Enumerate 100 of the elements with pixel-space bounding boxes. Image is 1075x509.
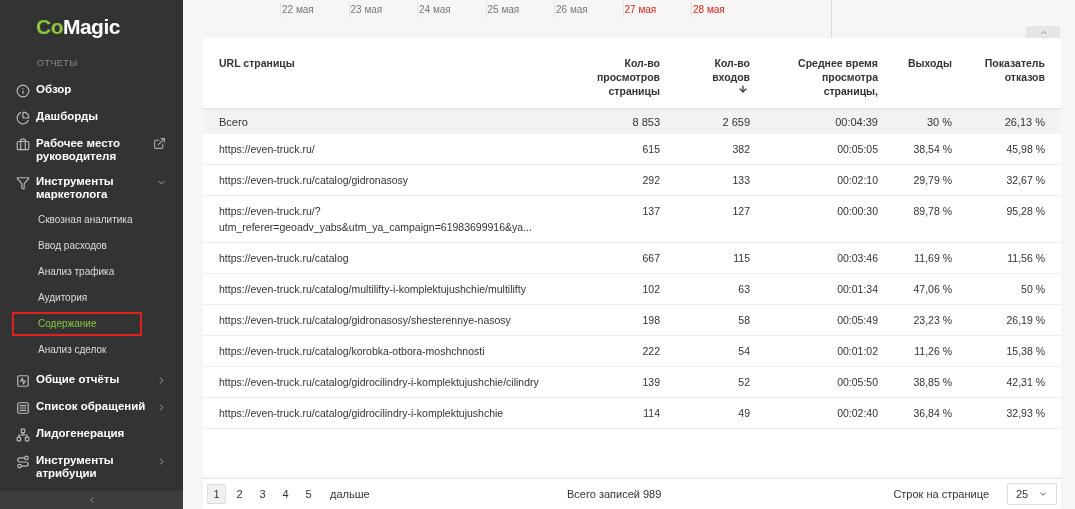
network-icon bbox=[16, 427, 30, 442]
table-cell-text: 137 bbox=[641, 204, 660, 219]
table-cell-text: 00:01:34 bbox=[836, 282, 878, 297]
table-cell-text: https://even-truck.ru/catalog/korobka-otbora-moshchnosti bbox=[219, 344, 486, 359]
table-cell-text: https://even-truck.ru/ bbox=[219, 142, 316, 157]
table-cell-text: 114 bbox=[642, 406, 660, 421]
table-cell-text: 29,79 % bbox=[912, 173, 952, 188]
date-label: 26 мая bbox=[554, 2, 623, 18]
table-cell-text: 382 bbox=[731, 142, 750, 157]
table-cell-text: 89,78 % bbox=[912, 204, 952, 219]
table-cell-text: 127 bbox=[731, 204, 750, 219]
date-label: 25 мая bbox=[485, 2, 554, 18]
table-cell-text: 00:02:40 bbox=[836, 406, 878, 421]
table-cell-text: 26,19 % bbox=[1005, 313, 1045, 328]
nav-subitem[interactable]: Сквозная аналитика bbox=[12, 207, 142, 232]
next-link[interactable]: дальше bbox=[330, 485, 370, 503]
funnel-icon bbox=[16, 175, 30, 190]
page-button[interactable]: 5 bbox=[299, 484, 318, 504]
table-cell-text: https://even-truck.ru/catalog/multilifty-i-komplektujushchie/multilifty bbox=[219, 282, 527, 297]
table-cell-text: 26,13 % bbox=[1003, 114, 1045, 130]
table-cell-text: 11,26 % bbox=[913, 344, 952, 359]
collapse-button[interactable] bbox=[0, 491, 183, 509]
nav-item[interactable]: Список обращений bbox=[16, 393, 167, 421]
table-cell-text: 32,67 % bbox=[1005, 173, 1045, 188]
table-cell-text: 00:03:46 bbox=[836, 251, 878, 266]
column-header[interactable]: Показатель отказов bbox=[979, 56, 1045, 84]
table-cell-text: 00:04:39 bbox=[834, 114, 878, 130]
page-button[interactable]: 1 bbox=[207, 484, 226, 504]
section-label: ОТЧЕТЫ bbox=[37, 57, 79, 70]
info-icon bbox=[16, 83, 30, 98]
page-button[interactable]: 2 bbox=[230, 484, 249, 504]
column-header[interactable]: Кол-во просмотров страницы bbox=[588, 56, 660, 98]
table-cell-text: 38,54 % bbox=[912, 142, 952, 157]
table-cell-text: 222 bbox=[641, 344, 660, 359]
table-cell-text: 292 bbox=[641, 173, 660, 188]
page-button[interactable]: 4 bbox=[276, 484, 295, 504]
table-cell-text: 102 bbox=[641, 282, 660, 297]
table-cell-text: https://even-truck.ru/catalog/gidronasosy bbox=[219, 173, 410, 188]
table-cell-text: 52 bbox=[737, 375, 750, 390]
table-cell-text: 8 853 bbox=[631, 114, 660, 130]
table-cell-text: 45,98 % bbox=[1005, 142, 1045, 157]
table-cell-text: 198 bbox=[641, 313, 660, 328]
nav-item[interactable]: Дашборды bbox=[16, 103, 167, 131]
table-cell-text: 32,93 % bbox=[1005, 406, 1045, 421]
list-icon bbox=[16, 400, 30, 415]
table-cell-text: 00:00:30 bbox=[836, 204, 878, 219]
nav-subitem[interactable]: Ввод расходов bbox=[12, 233, 142, 258]
table-cell-text: 23,23 % bbox=[912, 313, 952, 328]
table-cell-text: https://even-truck.ru/catalog/gidronasosy/shesterennye-nasosy bbox=[219, 313, 512, 328]
table-cell-text: 2 659 bbox=[721, 114, 750, 130]
nav-subitem[interactable]: Анализ сделок bbox=[12, 337, 142, 362]
rows-per-page-select[interactable]: 25 bbox=[1007, 483, 1057, 505]
column-header[interactable]: Среднее время просмотра страницы, bbox=[790, 56, 878, 98]
table-cell-text: 38,85 % bbox=[912, 375, 952, 390]
table-cell-text: Всего bbox=[219, 114, 249, 130]
table-cell-text: https://even-truck.ru/?utm_referer=geoadv_yabs&utm_ya_campaign=61983699916&ya... bbox=[219, 204, 533, 235]
table-cell-text: 667 bbox=[641, 251, 660, 266]
table-cell-text: 47,06 % bbox=[912, 282, 952, 297]
table-cell-text: 00:05:49 bbox=[836, 313, 878, 328]
chart-icon bbox=[16, 373, 30, 388]
table-cell-text: 00:02:10 bbox=[836, 173, 878, 188]
table-cell-text: 139 bbox=[641, 375, 660, 390]
nav-item[interactable]: Лидогенерация bbox=[16, 420, 167, 448]
column-header[interactable]: Выходы bbox=[907, 56, 952, 70]
date-label: 24 мая bbox=[417, 2, 486, 18]
table-cell-text: 49 bbox=[737, 406, 750, 421]
table-cell-text: 115 bbox=[732, 251, 750, 266]
column-header[interactable]: Кол-во входов bbox=[708, 56, 750, 94]
nav-item[interactable]: Обзор bbox=[16, 76, 167, 104]
date-label: 23 мая bbox=[348, 2, 417, 18]
date-label: 28 мая bbox=[691, 2, 760, 18]
table-cell-text: https://even-truck.ru/catalog/gidrocilindry-i-komplektujushchie bbox=[219, 406, 505, 421]
nav-item[interactable]: Инструменты атрибуции bbox=[16, 447, 167, 486]
pie-chart-icon bbox=[16, 110, 30, 125]
date-label: 22 мая bbox=[280, 2, 349, 18]
nav-item[interactable]: Общие отчёты bbox=[16, 366, 167, 394]
table-cell-text: 11,69 % bbox=[913, 251, 952, 266]
nav-subitem[interactable]: Аудитория bbox=[12, 285, 142, 310]
total-records: Всего записей 989 bbox=[567, 486, 663, 502]
column-header[interactable]: URL страницы bbox=[219, 56, 295, 70]
nav-subitem[interactable]: Содержание bbox=[12, 311, 142, 336]
page-button[interactable]: 3 bbox=[253, 484, 272, 504]
table-cell-text: 50 % bbox=[1020, 282, 1045, 297]
chevron-down-icon bbox=[1038, 489, 1048, 499]
sort-arrow-icon bbox=[738, 84, 748, 94]
table-cell-text: 58 bbox=[737, 313, 750, 328]
table-cell-text: 133 bbox=[731, 173, 750, 188]
table-cell-text: 63 bbox=[737, 282, 750, 297]
nav-item[interactable]: Инструменты маркетолога bbox=[16, 168, 167, 207]
nav-subitem[interactable]: Анализ трафика bbox=[12, 259, 142, 284]
collapse-chart-button[interactable] bbox=[1026, 26, 1060, 38]
table-cell-text: 36,84 % bbox=[912, 406, 952, 421]
logo: CoMagic bbox=[36, 16, 121, 37]
briefcase-icon bbox=[16, 137, 30, 152]
table-cell-text: https://even-truck.ru/catalog/gidrocilindry-i-komplektujushchie/cilindry bbox=[219, 375, 540, 390]
table-cell-text: 615 bbox=[641, 142, 660, 157]
table-cell-text: 95,28 % bbox=[1005, 204, 1045, 219]
table-cell-text: 42,31 % bbox=[1005, 375, 1045, 390]
nav-item[interactable]: Рабочее место руководителя bbox=[16, 130, 167, 169]
rows-per-page-label: Строк на странице bbox=[893, 486, 989, 502]
